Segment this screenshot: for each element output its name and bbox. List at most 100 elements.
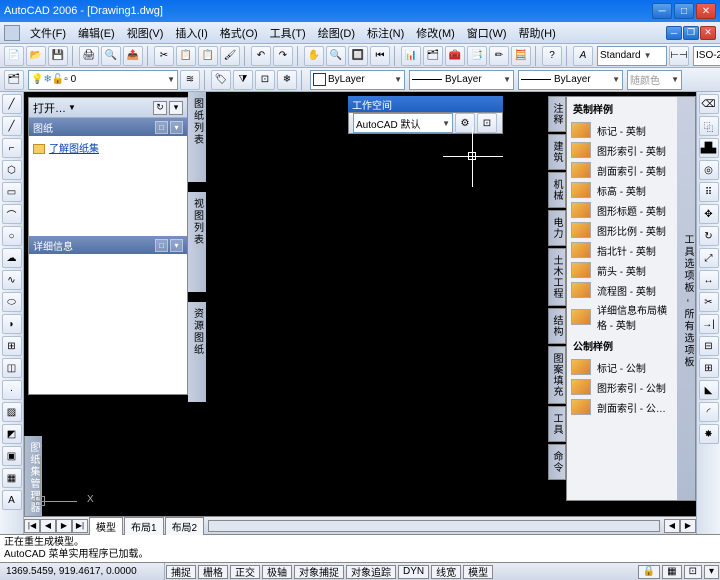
command-line[interactable]: 正在重生成模型。 AutoCAD 菜单实用程序已加载。 命令: <box>0 534 720 562</box>
tab-tools[interactable]: 工具 <box>548 406 566 442</box>
array-tool[interactable]: ⠿ <box>699 182 719 202</box>
zoom-window-button[interactable]: 🔲 <box>348 46 368 66</box>
break-tool[interactable]: ⊟ <box>699 336 719 356</box>
redo-button[interactable]: ↷ <box>273 46 293 66</box>
layer-prev-button[interactable]: ≋ <box>180 70 200 90</box>
list-item[interactable]: 箭头 - 英制 <box>567 260 677 280</box>
tab-electrical[interactable]: 电力 <box>548 210 566 246</box>
menu-tools[interactable]: 工具(T) <box>264 23 312 43</box>
mtext-tool[interactable]: A <box>2 490 22 510</box>
ellipsearc-tool[interactable]: ◗ <box>2 314 22 334</box>
layer-isolate-button[interactable]: ⊡ <box>255 70 275 90</box>
hatch-tool[interactable]: ▨ <box>2 402 22 422</box>
palette-tab-views[interactable]: 视图列表 <box>188 192 206 292</box>
publish-button[interactable]: 📤 <box>123 46 143 66</box>
designcenter-button[interactable]: 🗂 <box>423 46 443 66</box>
undo-button[interactable]: ↶ <box>251 46 271 66</box>
palette-refresh-button[interactable]: ↻ <box>153 101 167 115</box>
list-item[interactable]: 图形索引 - 英制 <box>567 140 677 160</box>
scale-tool[interactable]: ⤢ <box>699 248 719 268</box>
insert-tool[interactable]: ⊞ <box>2 336 22 356</box>
layer-manager-button[interactable]: 🗂 <box>4 70 24 90</box>
mirror-tool[interactable]: ▟▙ <box>699 138 719 158</box>
doc-minimize-button[interactable]: ─ <box>666 26 682 40</box>
match-button[interactable]: 🖌 <box>220 46 240 66</box>
erase-tool[interactable]: ⌫ <box>699 94 719 114</box>
osnap-toggle[interactable]: 对象捕捉 <box>294 565 344 579</box>
dyn-toggle[interactable]: DYN <box>398 565 429 579</box>
fillet-tool[interactable]: ◜ <box>699 402 719 422</box>
copy-tool[interactable]: ⿻ <box>699 116 719 136</box>
palette-tab-resources[interactable]: 资源图纸 <box>188 302 206 402</box>
line-tool[interactable]: ╱ <box>2 94 22 114</box>
polar-toggle[interactable]: 极轴 <box>262 565 292 579</box>
section-details-header[interactable]: 详细信息 □ ▾ <box>29 236 187 254</box>
spline-tool[interactable]: ∿ <box>2 270 22 290</box>
section-menu-icon[interactable]: ▾ <box>170 239 183 252</box>
menu-dimension[interactable]: 标注(N) <box>361 23 410 43</box>
tab-civil[interactable]: 土木工程 <box>548 248 566 306</box>
palette-options-button[interactable]: ▾ <box>169 101 183 115</box>
toolpalettes-button[interactable]: 🧰 <box>445 46 465 66</box>
tab-next-button[interactable]: ▶ <box>56 519 72 533</box>
menu-draw[interactable]: 绘图(D) <box>312 23 361 43</box>
tab-mechanical[interactable]: 机械 <box>548 172 566 208</box>
maximize-button[interactable]: □ <box>674 3 694 19</box>
otrack-toggle[interactable]: 对象追踪 <box>346 565 396 579</box>
polygon-tool[interactable]: ⬡ <box>2 160 22 180</box>
new-button[interactable]: 📄 <box>4 46 24 66</box>
minimize-button[interactable]: ─ <box>652 3 672 19</box>
menu-window[interactable]: 窗口(W) <box>461 23 513 43</box>
cut-button[interactable]: ✂ <box>154 46 174 66</box>
help-button[interactable]: ? <box>542 46 562 66</box>
lwt-toggle[interactable]: 线宽 <box>431 565 461 579</box>
menu-edit[interactable]: 编辑(E) <box>72 23 121 43</box>
zoom-prev-button[interactable]: ⏮ <box>370 46 390 66</box>
tab-first-button[interactable]: |◀ <box>24 519 40 533</box>
list-item[interactable]: 图形标题 - 英制 <box>567 200 677 220</box>
section-collapse-icon[interactable]: □ <box>155 121 168 134</box>
section-menu-icon[interactable]: ▾ <box>170 121 183 134</box>
menu-modify[interactable]: 修改(M) <box>410 23 461 43</box>
tab-prev-button[interactable]: ◀ <box>40 519 56 533</box>
lineweight-combo[interactable]: ByLayer▼ <box>518 70 623 90</box>
rectangle-tool[interactable]: ▭ <box>2 182 22 202</box>
xline-tool[interactable]: ╱ <box>2 116 22 136</box>
close-button[interactable]: ✕ <box>696 3 716 19</box>
tab-structural[interactable]: 结构 <box>548 308 566 344</box>
menu-insert[interactable]: 插入(I) <box>169 23 213 43</box>
ellipse-tool[interactable]: ⬭ <box>2 292 22 312</box>
coords-readout[interactable]: 1369.5459, 919.4617, 0.0000 <box>0 563 165 580</box>
doc-close-button[interactable]: ✕ <box>700 26 716 40</box>
grid-toggle[interactable]: 栅格 <box>198 565 228 579</box>
menu-view[interactable]: 视图(V) <box>121 23 170 43</box>
extend-tool[interactable]: →| <box>699 314 719 334</box>
rotate-tool[interactable]: ↻ <box>699 226 719 246</box>
list-item[interactable]: 详细信息布局横格 - 英制 <box>567 300 677 334</box>
tab-annotation[interactable]: 注释 <box>548 96 566 132</box>
point-tool[interactable]: · <box>2 380 22 400</box>
list-item[interactable]: 标记 - 公制 <box>567 357 677 377</box>
arc-tool[interactable]: ⌒ <box>2 204 22 224</box>
status-tray-icon[interactable]: 🔒 <box>638 565 660 579</box>
hscroll-thumb[interactable] <box>208 520 660 532</box>
list-item[interactable]: 剖面索引 - 英制 <box>567 160 677 180</box>
join-tool[interactable]: ⊞ <box>699 358 719 378</box>
revcloud-tool[interactable]: ☁ <box>2 248 22 268</box>
gradient-tool[interactable]: ◩ <box>2 424 22 444</box>
calc-button[interactable]: 🧮 <box>511 46 531 66</box>
list-item[interactable]: 流程图 - 英制 <box>567 280 677 300</box>
chamfer-tool[interactable]: ◣ <box>699 380 719 400</box>
table-tool[interactable]: ▦ <box>2 468 22 488</box>
tab-model[interactable]: 模型 <box>89 517 123 535</box>
tab-hatch[interactable]: 图案填充 <box>548 346 566 404</box>
block-tool[interactable]: ◫ <box>2 358 22 378</box>
learn-sheetset-link[interactable]: 了解图纸集 <box>49 144 99 155</box>
status-tray-icon[interactable]: ▾ <box>704 565 719 579</box>
tab-layout2[interactable]: 布局2 <box>165 517 205 535</box>
dim-style-combo[interactable]: ISO-25▼ <box>693 46 720 66</box>
save-button[interactable]: 💾 <box>48 46 68 66</box>
open-button[interactable]: 📂 <box>26 46 46 66</box>
paste-button[interactable]: 📋 <box>198 46 218 66</box>
tab-last-button[interactable]: ▶| <box>72 519 88 533</box>
